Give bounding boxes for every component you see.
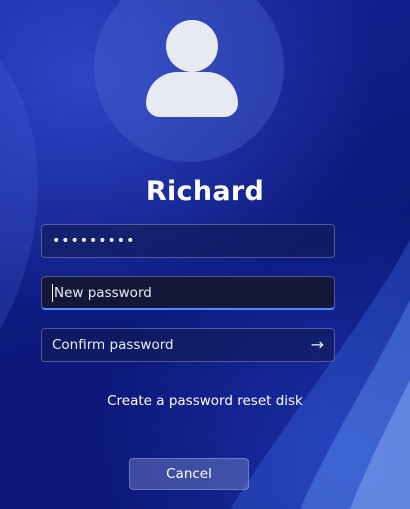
text-caret [52, 283, 53, 302]
arrow-right-icon[interactable]: → [311, 337, 324, 353]
reset-disk-link[interactable]: Create a password reset disk [0, 393, 410, 409]
confirm-password-field[interactable]: Confirm password → [41, 328, 335, 362]
person-icon-body [146, 72, 238, 117]
current-password-field[interactable]: ••••••••• [41, 224, 335, 258]
cancel-button[interactable]: Cancel [129, 458, 249, 490]
confirm-password-placeholder: Confirm password [52, 337, 174, 353]
new-password-placeholder: New password [54, 284, 152, 301]
current-password-value: ••••••••• [52, 233, 136, 249]
user-name: Richard [145, 176, 265, 207]
person-icon-head [166, 20, 218, 72]
new-password-field[interactable]: New password [41, 276, 335, 310]
